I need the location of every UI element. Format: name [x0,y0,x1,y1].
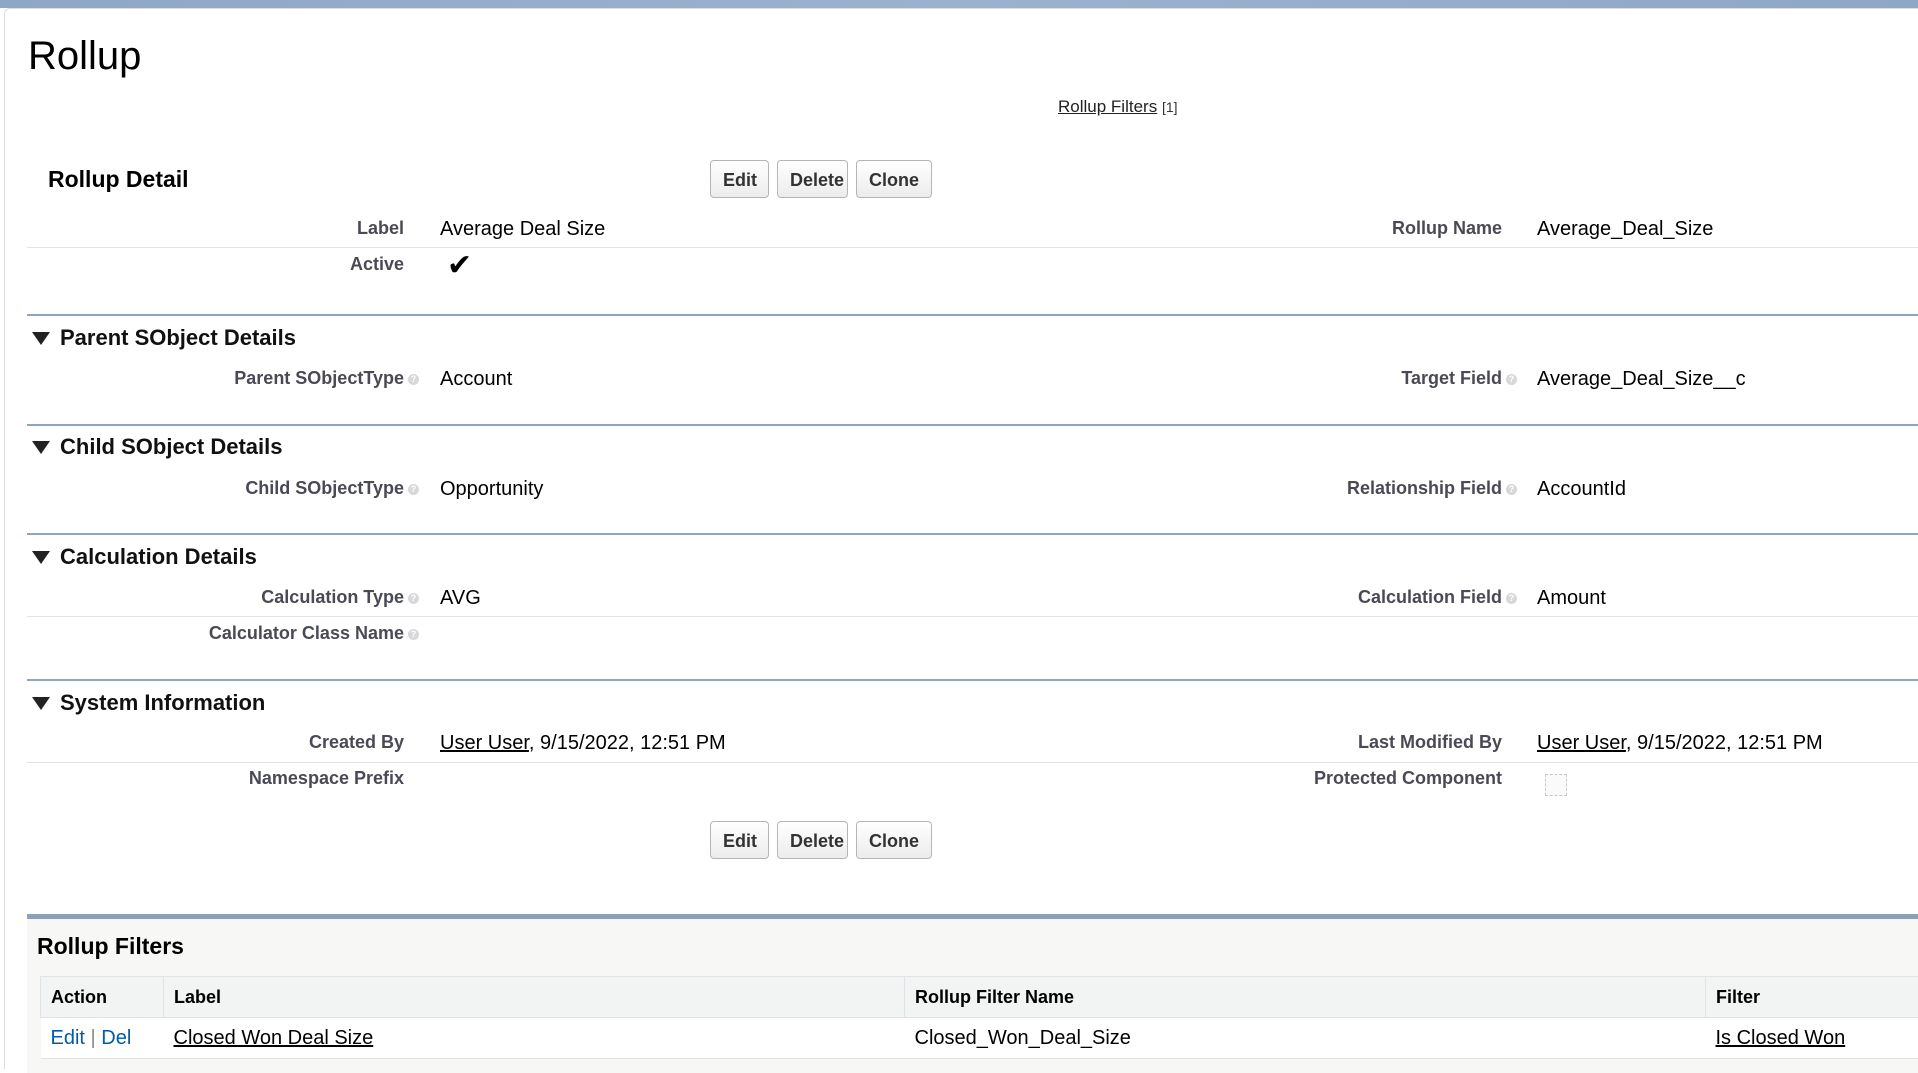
rollup-filters-table: Action Label Rollup Filter Name Filter E… [40,976,1918,1059]
created-by-label: Created By [309,732,404,753]
last-modified-by-label: Last Modified By [1358,732,1502,753]
help-icon[interactable]: ? [1506,593,1517,604]
label-field-label: Label [357,218,404,239]
relationship-field-value: AccountId [1537,478,1626,501]
target-field-value: Average_Deal_Size__c [1537,368,1746,391]
column-header-filter[interactable]: Filter [1706,977,1918,1018]
related-list-title: Rollup Filters [37,933,184,960]
row-divider [27,247,1918,248]
triangle-down-icon[interactable] [32,441,50,454]
rollup-name-label: Rollup Name [1392,218,1502,239]
calculation-type-label: Calculation Type [261,587,404,608]
help-icon[interactable]: ? [408,374,419,385]
triangle-down-icon[interactable] [32,332,50,345]
child-section-title: Child SObject Details [60,434,283,460]
delete-button[interactable]: Delete [777,160,848,198]
calculator-class-name-label: Calculator Class Name [209,623,404,644]
rollup-filters-related-list: Rollup Filters Action Label Rollup Filte… [27,914,1918,1073]
row-divider [27,762,1918,763]
last-modified-by-datetime: , 9/15/2022, 12:51 PM [1626,732,1823,754]
action-cell: Edit | Del [41,1018,164,1059]
column-header-action: Action [41,977,164,1018]
rollup-name-value: Average_Deal_Size [1537,218,1713,241]
delete-row-link[interactable]: Del [101,1027,131,1049]
related-list-link: Rollup Filters [1] [1058,97,1178,117]
parent-section-title: Parent SObject Details [60,325,296,351]
last-modified-by-user-link[interactable]: User User [1537,732,1626,754]
table-row: Edit | Del Closed Won Deal Size Closed_W… [41,1018,1918,1059]
clone-button[interactable]: Clone [856,160,932,198]
edit-row-link[interactable]: Edit [51,1027,85,1049]
section-divider [27,533,1918,535]
parent-sobject-type-value: Account [440,368,512,391]
filter-label-link[interactable]: Closed Won Deal Size [174,1027,374,1049]
help-icon[interactable]: ? [408,629,419,640]
system-section-title: System Information [60,690,265,716]
protected-component-checkbox [1545,774,1567,796]
action-separator: | [91,1027,96,1049]
help-icon[interactable]: ? [1506,374,1517,385]
triangle-down-icon[interactable] [32,697,50,710]
page-frame [4,8,1918,1069]
active-label: Active [350,254,404,275]
section-divider [27,424,1918,426]
protected-component-label: Protected Component [1314,768,1502,789]
calculation-field-label: Calculation Field [1358,587,1502,608]
filter-link[interactable]: Is Closed Won [1716,1027,1846,1049]
created-by-user-link[interactable]: User User [440,732,529,754]
calculation-field-value: Amount [1537,587,1606,610]
section-divider [27,679,1918,681]
calculation-section-title: Calculation Details [60,544,257,570]
last-modified-by-value: User User, 9/15/2022, 12:51 PM [1537,732,1823,755]
child-sobject-type-label: Child SObjectType [245,478,404,499]
help-icon[interactable]: ? [408,593,419,604]
parent-sobject-type-label: Parent SObjectType [234,368,404,389]
created-by-datetime: , 9/15/2022, 12:51 PM [529,732,726,754]
rollup-filter-name-cell: Closed_Won_Deal_Size [905,1018,1706,1059]
help-icon[interactable]: ? [1506,484,1517,495]
delete-button-bottom[interactable]: Delete [777,821,848,859]
rollup-filters-link[interactable]: Rollup Filters [1058,97,1157,116]
calculation-type-value: AVG [440,587,481,610]
triangle-down-icon[interactable] [32,551,50,564]
column-header-label[interactable]: Label [164,977,905,1018]
clone-button-bottom[interactable]: Clone [856,821,932,859]
rollup-filters-count: [1] [1162,99,1178,115]
edit-button[interactable]: Edit [710,160,769,198]
target-field-label: Target Field [1401,368,1502,389]
column-header-rollup-filter-name[interactable]: Rollup Filter Name [905,977,1706,1018]
relationship-field-label: Relationship Field [1347,478,1502,499]
edit-button-bottom[interactable]: Edit [710,821,769,859]
filter-cell: Is Closed Won [1706,1018,1918,1059]
detail-block-title: Rollup Detail [48,166,189,193]
top-banner [0,0,1918,8]
created-by-value: User User, 9/15/2022, 12:51 PM [440,732,726,755]
page-title: Rollup [28,34,141,79]
label-field-value: Average Deal Size [440,218,605,241]
help-icon[interactable]: ? [408,484,419,495]
row-divider [27,616,1918,617]
label-cell: Closed Won Deal Size [164,1018,905,1059]
section-divider [27,314,1918,316]
active-checkmark-icon: ✔ [447,251,472,281]
table-header-row: Action Label Rollup Filter Name Filter [41,977,1918,1018]
namespace-prefix-label: Namespace Prefix [249,768,404,789]
child-sobject-type-value: Opportunity [440,478,543,501]
